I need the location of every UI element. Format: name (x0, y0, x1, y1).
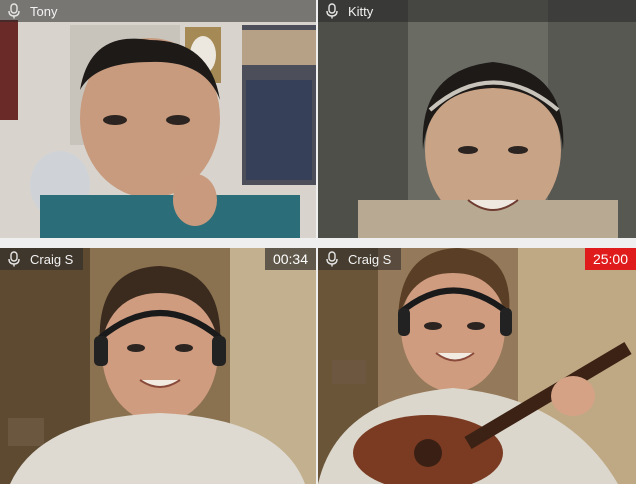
microphone-icon[interactable] (324, 3, 340, 19)
video-tile-craig-1[interactable]: Craig S 00:34 (0, 248, 316, 484)
video-tile-craig-2[interactable]: Craig S 25:00 (318, 248, 636, 484)
participant-name: Kitty (348, 3, 374, 19)
video-tile-tony[interactable]: Tony (0, 0, 316, 238)
video-tile-kitty[interactable]: Kitty (318, 0, 636, 238)
participant-name: Craig S (348, 251, 392, 267)
tile-divider (0, 238, 636, 248)
video-feed (318, 0, 636, 238)
participant-namebar: Tony (0, 0, 316, 22)
participant-namebar: Craig S (318, 248, 402, 270)
participant-namebar: Kitty (318, 0, 636, 22)
microphone-icon[interactable] (6, 3, 22, 19)
video-feed (0, 0, 316, 238)
video-feed (318, 248, 636, 484)
call-timer-alert: 25:00 (584, 248, 636, 270)
microphone-icon[interactable] (6, 251, 22, 267)
participant-name: Tony (30, 3, 58, 19)
microphone-icon[interactable] (324, 251, 340, 267)
call-timer: 00:34 (264, 248, 316, 270)
participant-name: Craig S (30, 251, 74, 267)
participant-namebar: Craig S (0, 248, 84, 270)
video-call-grid: Tony Kitty Craig S 00:34 Craig S 25:00 (0, 0, 636, 484)
video-feed (0, 248, 316, 484)
